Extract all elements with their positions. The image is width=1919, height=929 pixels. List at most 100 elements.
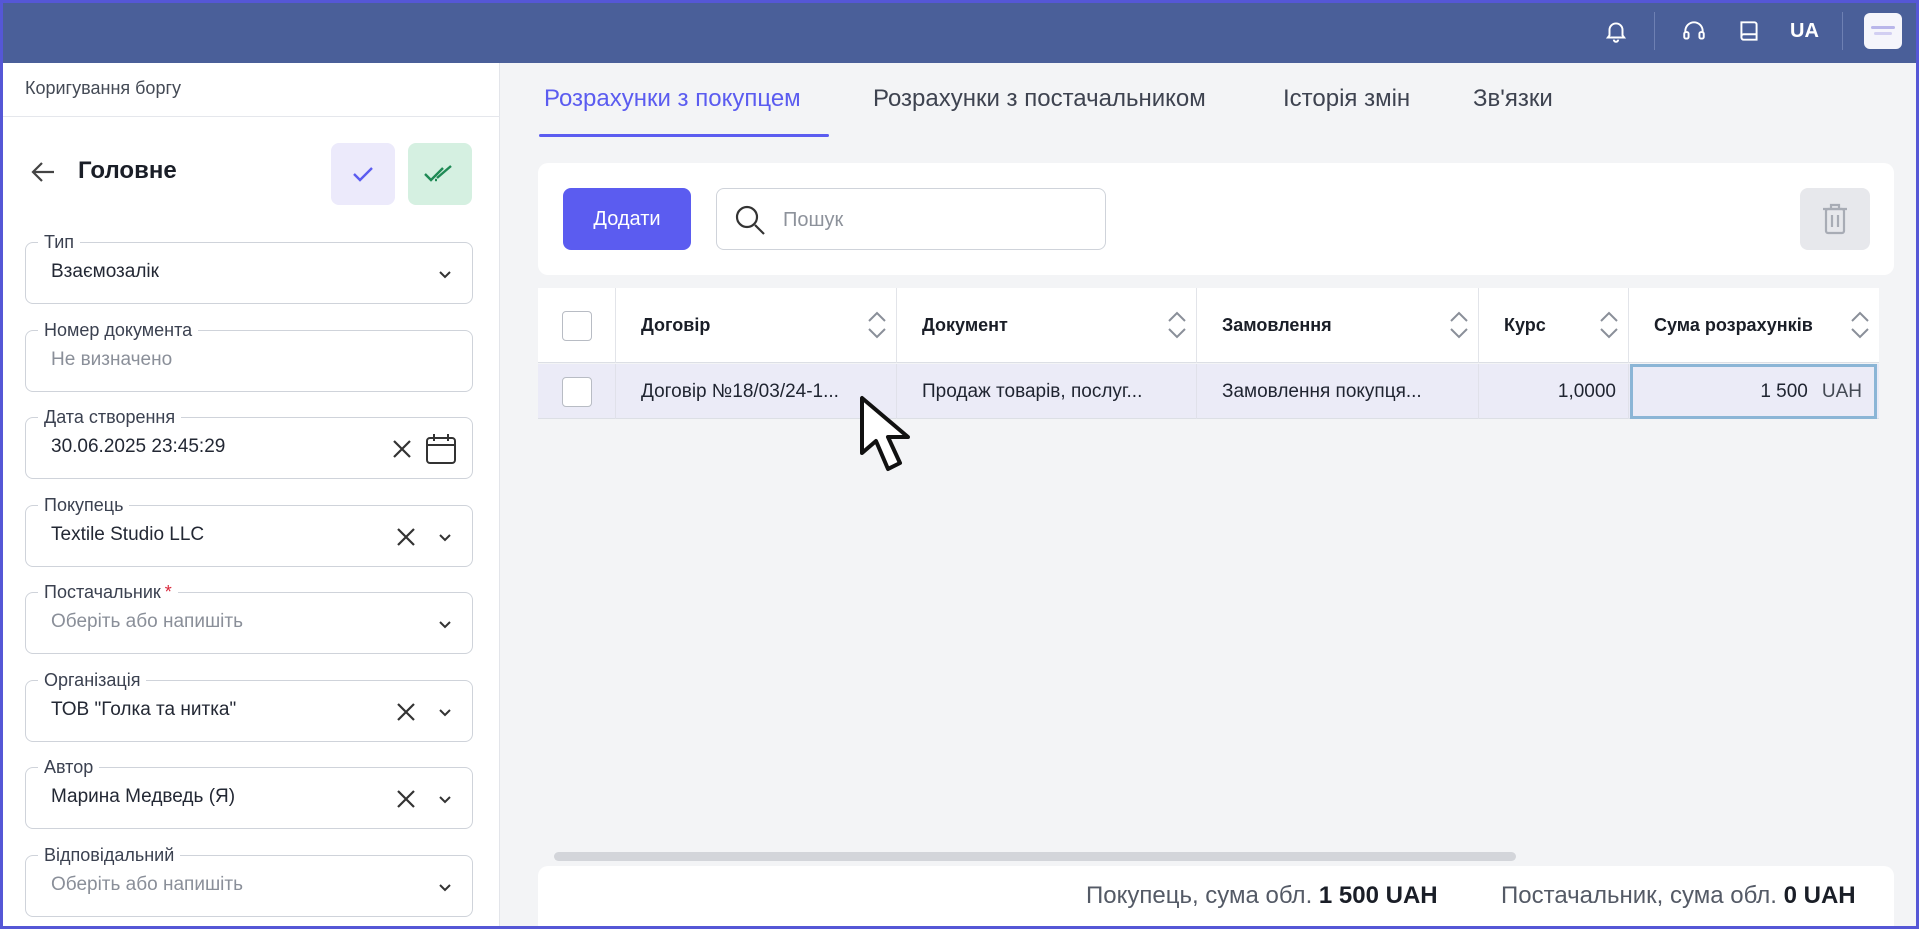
tab-history[interactable]: Історія змін: [1283, 85, 1410, 113]
cell-document[interactable]: Продаж товарів, послуг...: [897, 364, 1197, 419]
author-select[interactable]: Автор Марина Медведь (Я): [25, 756, 473, 829]
buyer-select[interactable]: Покупець Textile Studio LLC: [25, 494, 473, 567]
language-switcher[interactable]: UA: [1790, 20, 1819, 43]
book-icon[interactable]: [1732, 14, 1766, 48]
top-bar: UA: [0, 0, 1919, 63]
company-avatar[interactable]: [1864, 13, 1902, 49]
created-date-field[interactable]: Дата створення 30.06.2025 23:45:29: [25, 406, 473, 479]
cell-amount-value: 1 500: [1760, 380, 1808, 402]
select-all-cell: [538, 288, 616, 363]
chevron-down-icon[interactable]: [436, 878, 454, 896]
back-arrow-icon[interactable]: [27, 156, 59, 188]
supplier-total-label: Постачальник, сума обл.: [1501, 882, 1777, 909]
column-contract-label: Договір: [641, 315, 711, 335]
column-amount-label: Сума розрахунків: [1654, 315, 1813, 335]
breadcrumb[interactable]: Коригування боргу: [25, 78, 181, 99]
clear-icon[interactable]: [392, 785, 420, 813]
buyer-total-value: 1 500 UAH: [1318, 882, 1438, 909]
approve-button[interactable]: [408, 143, 472, 205]
buyer-label: Покупець: [38, 494, 130, 516]
type-label: Тип: [38, 231, 81, 253]
clear-icon[interactable]: [388, 435, 416, 463]
bell-icon[interactable]: [1599, 14, 1633, 48]
organization-label: Організація: [38, 669, 147, 691]
responsible-label: Відповідальний: [38, 844, 181, 866]
cell-rate-text: 1,0000: [1557, 380, 1616, 402]
sort-icon[interactable]: [1166, 308, 1188, 342]
column-rate[interactable]: Курс: [1479, 288, 1629, 363]
tab-supplier-settlements[interactable]: Розрахунки з постачальником: [873, 85, 1206, 113]
tab-bar: Розрахунки з покупцем Розрахунки з поста…: [500, 63, 1916, 138]
headset-icon[interactable]: [1677, 14, 1711, 48]
type-value: Взаємозалік: [51, 261, 159, 282]
chevron-down-icon[interactable]: [436, 703, 454, 721]
cell-contract[interactable]: Договір №18/03/24-1...: [616, 364, 897, 419]
topbar-separator: [1654, 12, 1655, 50]
sort-icon[interactable]: [866, 308, 888, 342]
doc-number-placeholder: Не визначено: [51, 349, 173, 370]
left-panel: Коригування боргу Головне Тип Взаємозалі…: [3, 63, 500, 926]
buyer-total: Покупець, сума обл. 1 500 UAH: [1086, 882, 1438, 910]
cell-rate[interactable]: 1,0000: [1479, 364, 1629, 419]
type-select[interactable]: Тип Взаємозалік: [25, 231, 473, 304]
divider: [3, 116, 500, 117]
cell-order-text: Замовлення покупця...: [1222, 380, 1422, 402]
column-document-label: Документ: [922, 315, 1008, 335]
chevron-down-icon[interactable]: [436, 615, 454, 633]
sort-icon[interactable]: [1448, 308, 1470, 342]
row-select-cell: [538, 364, 616, 419]
mouse-cursor-icon: [860, 396, 910, 471]
doc-number-label: Номер документа: [38, 319, 199, 341]
author-value: Марина Медведь (Я): [51, 786, 236, 807]
calendar-icon[interactable]: [424, 432, 458, 466]
responsible-placeholder: Оберіть або напишіть: [51, 874, 244, 895]
organization-value: ТОВ "Голка та нитка": [51, 699, 237, 720]
chevron-down-icon[interactable]: [436, 790, 454, 808]
chevron-down-icon[interactable]: [436, 528, 454, 546]
cell-contract-text: Договір №18/03/24-1...: [641, 380, 839, 402]
cell-document-text: Продаж товарів, послуг...: [922, 380, 1143, 402]
supplier-label-text: Постачальник: [44, 582, 161, 602]
check-icon: [353, 167, 373, 182]
search-icon: [733, 203, 767, 237]
tab-buyer-settlements[interactable]: Розрахунки з покупцем: [544, 85, 801, 113]
column-amount[interactable]: Сума розрахунків: [1629, 288, 1879, 363]
supplier-select[interactable]: Постачальник * Оберіть або напишіть: [25, 581, 473, 654]
clear-icon[interactable]: [392, 523, 420, 551]
active-tab-indicator: [539, 134, 829, 137]
search-input[interactable]: [783, 203, 1083, 237]
horizontal-scrollbar[interactable]: [554, 852, 1516, 861]
organization-select[interactable]: Організація ТОВ "Голка та нитка": [25, 669, 473, 742]
chevron-down-icon[interactable]: [436, 265, 454, 283]
column-order-label: Замовлення: [1222, 315, 1332, 335]
tab-links[interactable]: Зв'язки: [1473, 85, 1553, 113]
cell-amount-wrap: 1 500 UAH: [1760, 381, 1862, 403]
trash-icon: [1823, 203, 1847, 235]
column-rate-label: Курс: [1504, 315, 1546, 335]
delete-button[interactable]: [1800, 188, 1870, 250]
cell-order[interactable]: Замовлення покупця...: [1197, 364, 1479, 419]
doc-number-field[interactable]: Номер документа Не визначено: [25, 319, 473, 392]
totals-footer: Покупець, сума обл. 1 500 UAH Постачальн…: [538, 866, 1894, 926]
table-row[interactable]: Договір №18/03/24-1... Продаж товарів, п…: [538, 364, 1879, 419]
search-box[interactable]: [716, 188, 1106, 250]
required-marker: *: [164, 582, 172, 602]
confirm-button[interactable]: [331, 143, 395, 205]
double-check-icon: [424, 165, 452, 182]
responsible-select[interactable]: Відповідальний Оберіть або напишіть: [25, 844, 473, 917]
add-button[interactable]: Додати: [563, 188, 691, 250]
table-toolbar: Додати: [538, 163, 1894, 275]
row-checkbox[interactable]: [561, 376, 592, 407]
select-all-checkbox[interactable]: [561, 310, 592, 341]
clear-icon[interactable]: [392, 698, 420, 726]
table-header: Договір Документ Замовлення Курс Сума ро…: [538, 288, 1879, 363]
column-contract[interactable]: Договір: [616, 288, 897, 363]
column-document[interactable]: Документ: [897, 288, 1197, 363]
cell-amount[interactable]: 1 500 UAH: [1630, 364, 1877, 419]
sort-icon[interactable]: [1849, 308, 1871, 342]
sort-icon[interactable]: [1598, 308, 1620, 342]
supplier-total-value: 0 UAH: [1783, 882, 1856, 909]
column-order[interactable]: Замовлення: [1197, 288, 1479, 363]
supplier-placeholder: Оберіть або напишіть: [51, 611, 244, 632]
section-title: Головне: [78, 157, 177, 184]
